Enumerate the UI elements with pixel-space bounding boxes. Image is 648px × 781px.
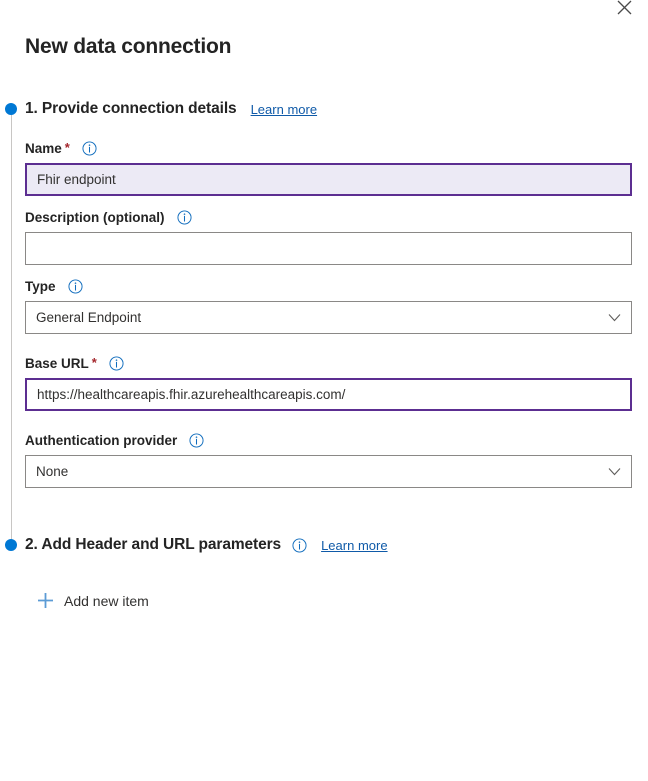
field-base-url-label-text: Base URL: [25, 355, 89, 371]
authentication-provider-select[interactable]: None: [25, 455, 632, 488]
add-new-item-label: Add new item: [64, 592, 149, 609]
required-asterisk: *: [64, 139, 70, 155]
info-icon[interactable]: [67, 278, 83, 294]
step-1-title: 1. Provide connection details: [25, 100, 237, 117]
step-1-bullet-icon: [5, 103, 17, 115]
info-icon[interactable]: [109, 355, 124, 371]
field-authentication-provider: Authentication provider None: [25, 431, 648, 488]
close-panel-button[interactable]: [608, 0, 640, 23]
page-title: New data connection: [25, 35, 232, 58]
field-authentication-provider-label-text: Authentication provider: [25, 432, 178, 448]
required-asterisk: *: [91, 354, 97, 370]
field-description-label-text: Description (optional): [25, 209, 165, 225]
wizard-steps: 1. Provide connection details Learn more…: [0, 98, 648, 610]
wizard-step-1: 1. Provide connection details Learn more…: [0, 98, 648, 540]
field-name-label-text: Name: [25, 140, 62, 156]
base-url-input[interactable]: [25, 378, 632, 411]
step-2-title: 2. Add Header and URL parameters: [25, 536, 282, 553]
info-icon[interactable]: [176, 209, 192, 225]
wizard-step-2: 2. Add Header and URL parameters Learn m…: [0, 534, 648, 610]
step-2-learn-more-link[interactable]: Learn more: [321, 538, 387, 553]
type-select[interactable]: General Endpoint: [25, 301, 632, 334]
field-type: Type General Endpoint: [25, 277, 648, 334]
step-1-learn-more-link[interactable]: Learn more: [251, 102, 317, 117]
field-description-label: Description (optional): [25, 208, 648, 226]
info-icon[interactable]: [292, 537, 307, 553]
close-icon: [617, 0, 632, 15]
description-input[interactable]: [25, 232, 632, 265]
step-connector-line: [10, 109, 12, 540]
info-icon[interactable]: [189, 432, 204, 448]
field-name-label: Name *: [25, 139, 648, 157]
type-select-wrapper: General Endpoint: [25, 301, 632, 334]
field-type-label-text: Type: [25, 278, 56, 294]
add-new-item-button[interactable]: Add new item: [36, 591, 149, 610]
step-2-bullet-icon: [5, 539, 17, 551]
name-input[interactable]: [25, 163, 632, 196]
field-base-url: Base URL *: [25, 354, 648, 411]
field-type-label: Type: [25, 277, 648, 295]
step-1-body: Name * Description (optional): [25, 120, 648, 534]
field-base-url-label: Base URL *: [25, 354, 648, 372]
plus-icon: [36, 591, 55, 610]
field-authentication-provider-label: Authentication provider: [25, 431, 648, 449]
info-icon[interactable]: [82, 140, 97, 156]
authentication-provider-select-wrapper: None: [25, 455, 632, 488]
field-name: Name *: [25, 139, 648, 196]
step-1-header: 1. Provide connection details Learn more: [25, 98, 648, 120]
step-2-header: 2. Add Header and URL parameters Learn m…: [25, 534, 648, 556]
field-description: Description (optional): [25, 208, 648, 265]
